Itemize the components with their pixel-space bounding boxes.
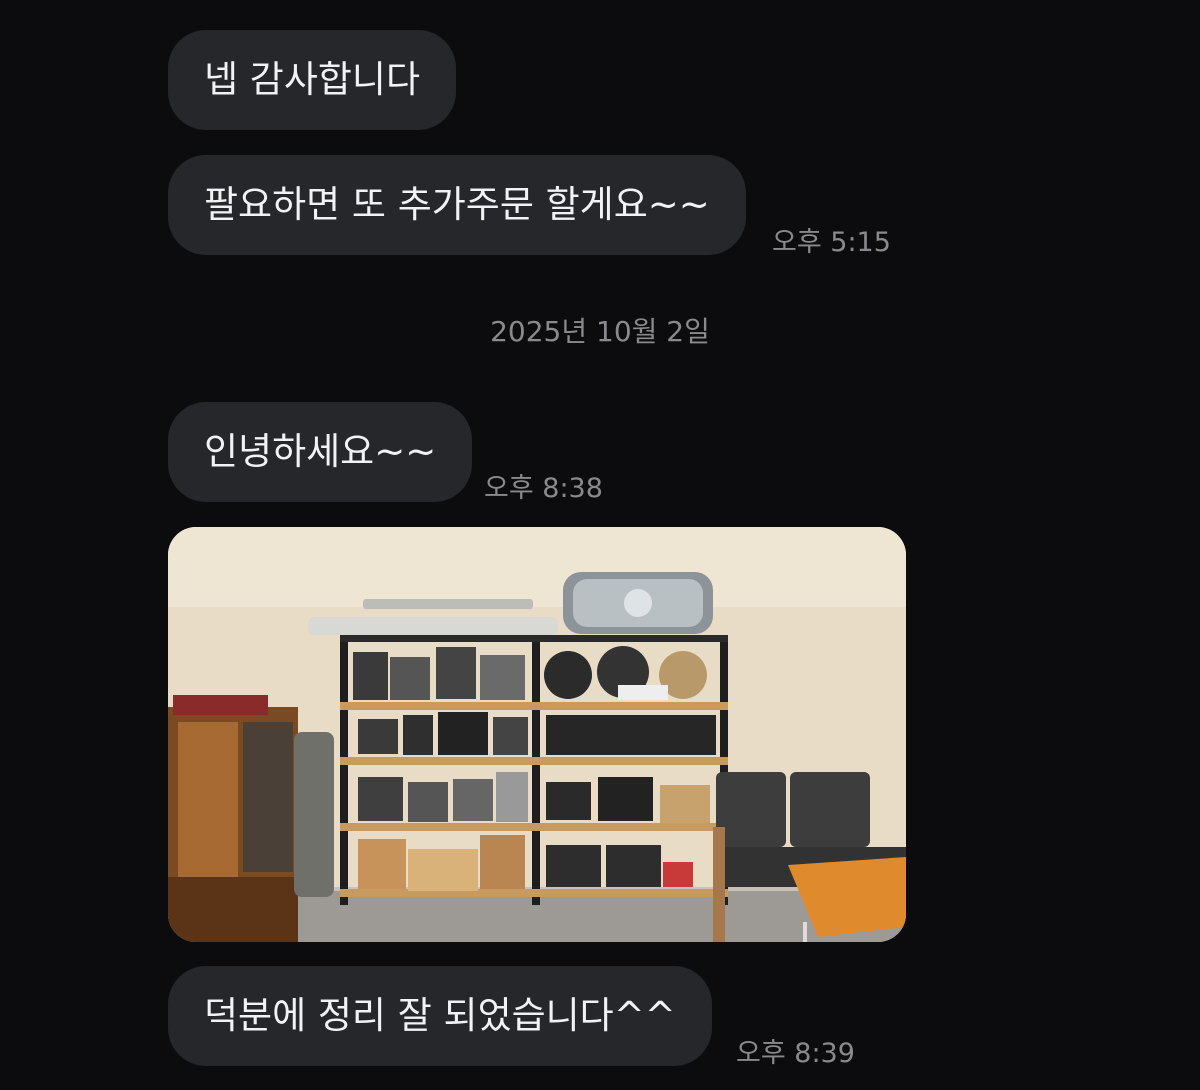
message-timestamp: 오후 5:15 xyxy=(772,227,891,258)
message-text: 인녕하세요~~ xyxy=(204,430,437,473)
message-bubble[interactable]: 팔요하면 또 추가주문 할게요~~ xyxy=(168,155,746,255)
message-text: 넵 감사합니다 xyxy=(204,58,421,101)
photo-message[interactable] xyxy=(168,527,906,942)
message-bubble[interactable]: 인녕하세요~~ xyxy=(168,402,473,502)
date-separator: 2025년 10월 2일 xyxy=(490,315,710,348)
message-text: 팔요하면 또 추가주문 할게요~~ xyxy=(204,183,710,226)
message-timestamp: 오후 8:39 xyxy=(736,1038,855,1069)
message-timestamp: 오후 8:38 xyxy=(484,473,603,504)
message-bubble[interactable]: 덕분에 정리 잘 되었습니다^^ xyxy=(168,966,712,1066)
photo-image xyxy=(168,527,906,942)
message-text: 덕분에 정리 잘 되었습니다^^ xyxy=(204,994,676,1037)
message-bubble[interactable]: 넵 감사합니다 xyxy=(168,30,457,130)
